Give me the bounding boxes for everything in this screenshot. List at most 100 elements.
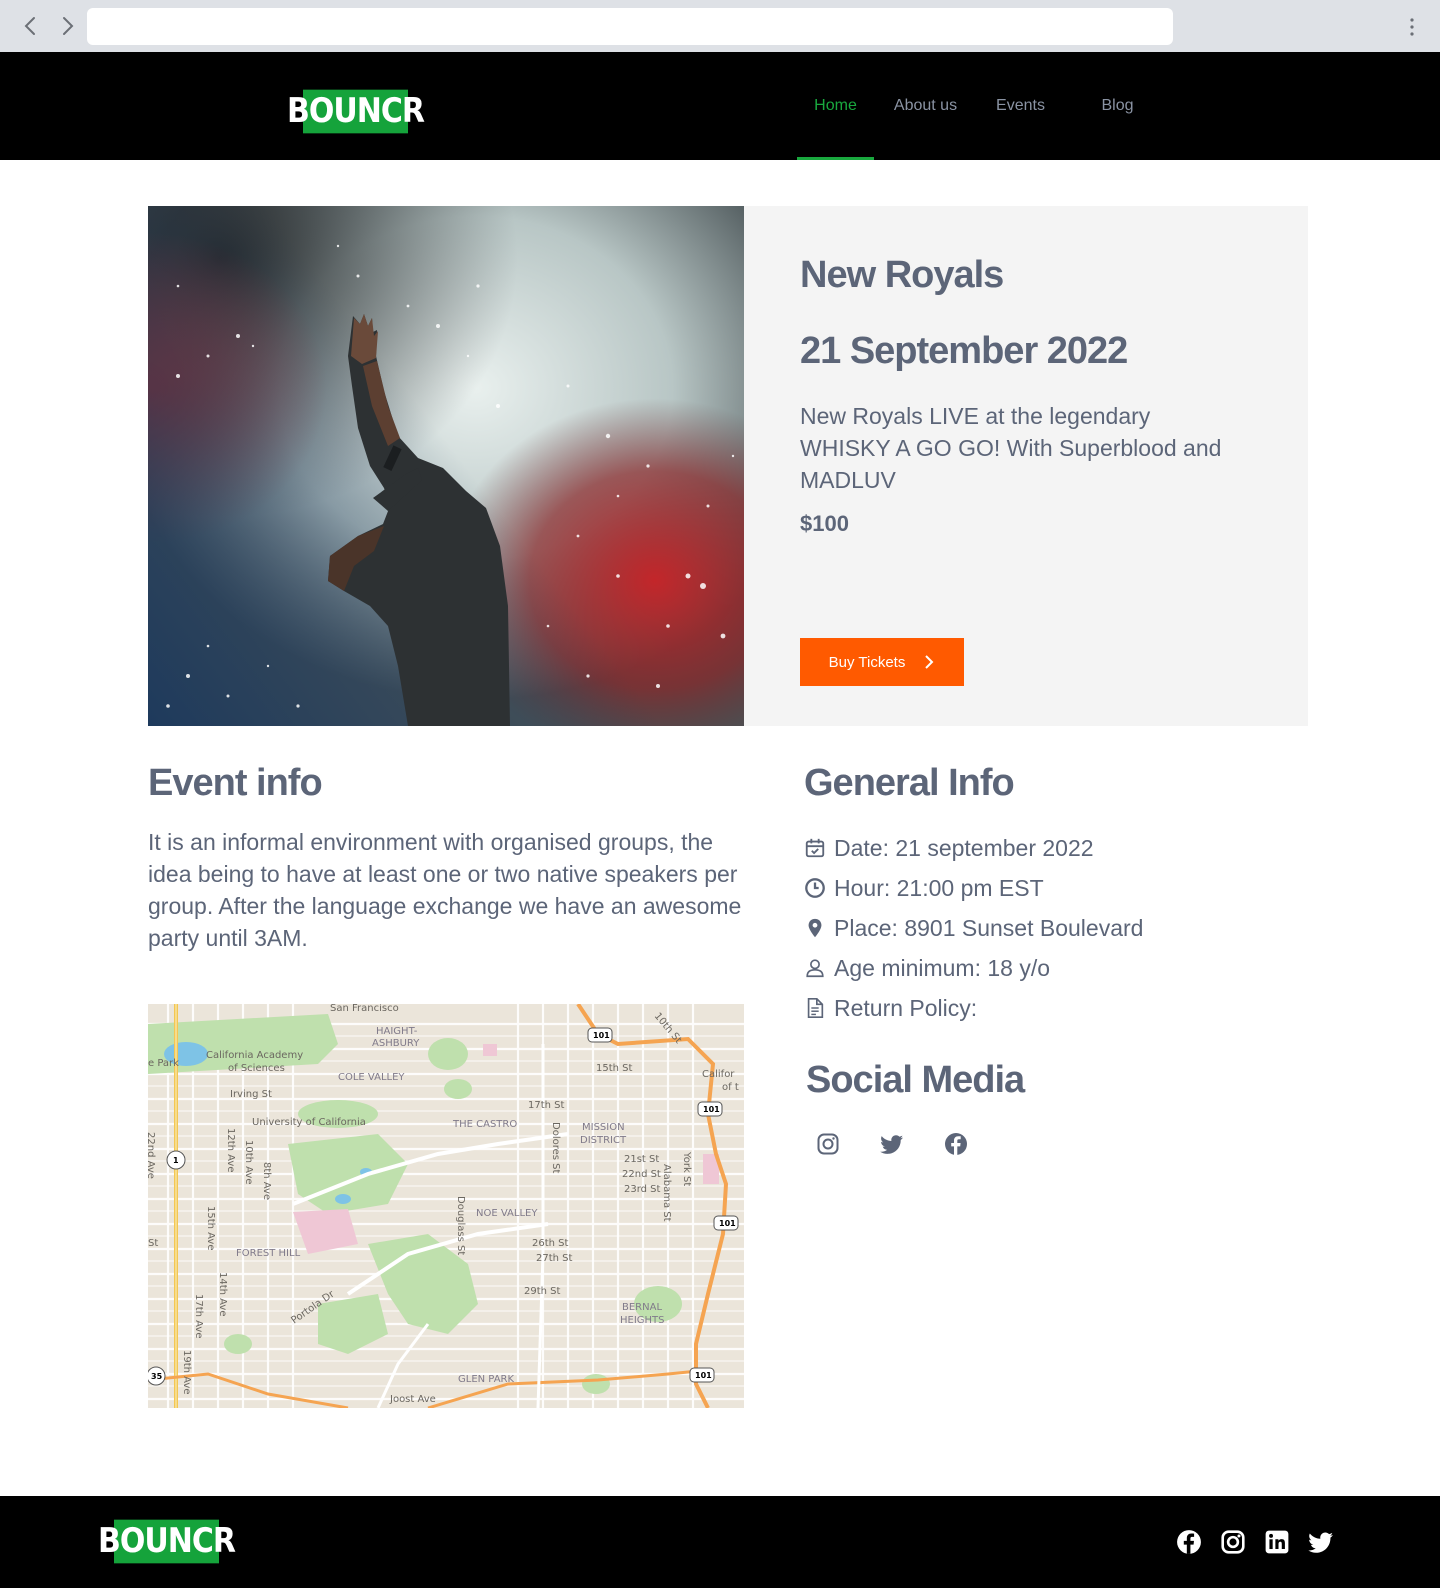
map-label: 15th St xyxy=(596,1063,633,1074)
info-date-text: Date: 21 september 2022 xyxy=(834,834,1094,861)
site-footer: BOUNCR xyxy=(0,1496,1440,1588)
info-return-policy-text: Return Policy: xyxy=(834,994,978,1021)
nav-events[interactable]: Events xyxy=(977,52,1064,160)
svg-text:101: 101 xyxy=(593,1031,610,1040)
nav-about-us[interactable]: About us xyxy=(874,52,977,160)
info-row-date: Date: 21 september 2022 xyxy=(804,828,1143,868)
facebook-icon[interactable] xyxy=(1176,1529,1202,1555)
map-label: Douglass St xyxy=(455,1196,466,1255)
map-label: HEIGHTS xyxy=(620,1315,665,1326)
map-label: COLE VALLEY xyxy=(338,1072,405,1083)
general-info-list: Date: 21 september 2022 Hour: 21:00 pm E… xyxy=(804,828,1143,1028)
event-info-text: It is an informal environment with organ… xyxy=(148,829,742,951)
map-label: e Park xyxy=(148,1058,179,1069)
instagram-icon[interactable] xyxy=(1220,1529,1246,1555)
map-label: Irving St xyxy=(230,1089,272,1100)
site-header: BOUNCR Home About us Events Blog xyxy=(0,52,1440,160)
concert-photo xyxy=(148,206,744,726)
map-label: San Francisco xyxy=(330,1004,399,1014)
map-label: HAIGHT- xyxy=(376,1026,418,1037)
buy-tickets-label: Buy Tickets xyxy=(828,653,906,671)
highway-shield-1: 1 xyxy=(166,1150,186,1170)
map-label: California Academy xyxy=(206,1050,303,1061)
info-age-text: Age minimum: 18 y/o xyxy=(834,954,1051,981)
info-row-return-policy: Return Policy: xyxy=(804,988,1143,1028)
map-label: 27th St xyxy=(536,1253,573,1264)
back-arrow-icon[interactable] xyxy=(19,14,43,38)
address-bar[interactable] xyxy=(87,8,1173,45)
highway-shield-35: 35 xyxy=(148,1366,166,1386)
event-info-heading: Event info xyxy=(148,762,323,804)
nav-home[interactable]: Home xyxy=(797,52,874,160)
map-label: THE CASTRO xyxy=(452,1119,517,1130)
bouncr-logo[interactable]: BOUNCR xyxy=(287,89,425,134)
map-label: 26th St xyxy=(532,1238,569,1249)
map-label: 22nd St xyxy=(622,1169,661,1180)
map-label: 8th Ave xyxy=(261,1162,272,1200)
document-icon xyxy=(807,998,824,1018)
map-label: 19th Ave xyxy=(181,1350,192,1395)
general-info-heading: General Info xyxy=(804,762,1015,804)
footer-bouncr-logo[interactable]: BOUNCR xyxy=(98,1519,236,1564)
event-location-map[interactable]: San Francisco HAIGHT- ASHBURY California… xyxy=(148,1004,744,1408)
chevron-right-icon xyxy=(925,655,934,669)
twitter-icon[interactable] xyxy=(1308,1529,1334,1555)
clock-icon xyxy=(805,878,825,898)
social-media-heading: Social Media xyxy=(806,1059,1025,1101)
map-label: Dolores St xyxy=(550,1122,561,1173)
event-hero-image xyxy=(148,206,744,726)
browser-chrome xyxy=(0,0,1440,52)
highway-shield-101: 101 xyxy=(697,1101,723,1117)
svg-text:101: 101 xyxy=(719,1219,736,1228)
buy-tickets-button[interactable]: Buy Tickets xyxy=(800,638,964,686)
map-label: Alabama St xyxy=(661,1164,672,1222)
map-label: University of California xyxy=(252,1117,366,1128)
map-pin-icon xyxy=(808,918,822,938)
map-label: BERNAL xyxy=(622,1302,662,1313)
map-label: GLEN PARK xyxy=(458,1374,514,1385)
nav-blog[interactable]: Blog xyxy=(1064,52,1171,160)
social-media-links xyxy=(816,1132,968,1156)
highway-shield-101: 101 xyxy=(689,1367,715,1383)
svg-text:101: 101 xyxy=(703,1105,720,1114)
info-hour-text: Hour: 21:00 pm EST xyxy=(834,874,1044,901)
map-label: NOE VALLEY xyxy=(476,1208,538,1219)
event-summary-panel: New Royals 21 September 2022 New Royals … xyxy=(744,206,1308,726)
facebook-icon[interactable] xyxy=(944,1132,968,1156)
event-date: 21 September 2022 xyxy=(800,330,1128,372)
map-label: of Sciences xyxy=(228,1063,285,1074)
linkedin-icon[interactable] xyxy=(1264,1529,1290,1555)
map-label: ASHBURY xyxy=(372,1038,420,1049)
highway-shield-101: 101 xyxy=(587,1027,613,1043)
map-graphic: San Francisco HAIGHT- ASHBURY California… xyxy=(148,1004,744,1408)
map-label: St xyxy=(148,1238,158,1249)
info-row-place: Place: 8901 Sunset Boulevard xyxy=(804,908,1143,948)
map-label: 23rd St xyxy=(624,1184,661,1195)
map-label: 15th Ave xyxy=(205,1206,216,1251)
map-label: Califor xyxy=(702,1069,735,1080)
forward-arrow-icon[interactable] xyxy=(55,14,79,38)
map-label: of t xyxy=(722,1082,739,1093)
event-description: New Royals LIVE at the legendary WHISKY … xyxy=(800,403,1222,493)
kebab-menu-icon[interactable] xyxy=(1408,16,1416,38)
map-label: 12th Ave xyxy=(225,1128,236,1173)
map-label: 22nd Ave xyxy=(148,1132,156,1179)
instagram-icon[interactable] xyxy=(816,1132,840,1156)
map-label: 21st St xyxy=(624,1154,659,1165)
map-label: 17th St xyxy=(528,1100,565,1111)
info-place-text: Place: 8901 Sunset Boulevard xyxy=(834,914,1144,941)
highway-shield-101: 101 xyxy=(713,1215,739,1231)
footer-social-links xyxy=(1176,1529,1334,1555)
map-label: 17th Ave xyxy=(193,1294,204,1339)
map-label: 10th Ave xyxy=(243,1140,254,1185)
user-icon xyxy=(806,959,824,978)
info-row-age: Age minimum: 18 y/o xyxy=(804,948,1143,988)
map-label: 14th Ave xyxy=(217,1272,228,1317)
calendar-check-icon xyxy=(805,838,825,858)
main-nav: Home About us Events Blog xyxy=(797,52,1171,160)
svg-text:101: 101 xyxy=(695,1371,712,1380)
svg-text:1: 1 xyxy=(173,1156,179,1165)
event-title: New Royals xyxy=(800,254,1004,296)
twitter-icon[interactable] xyxy=(880,1132,904,1156)
map-label: 29th St xyxy=(524,1286,561,1297)
